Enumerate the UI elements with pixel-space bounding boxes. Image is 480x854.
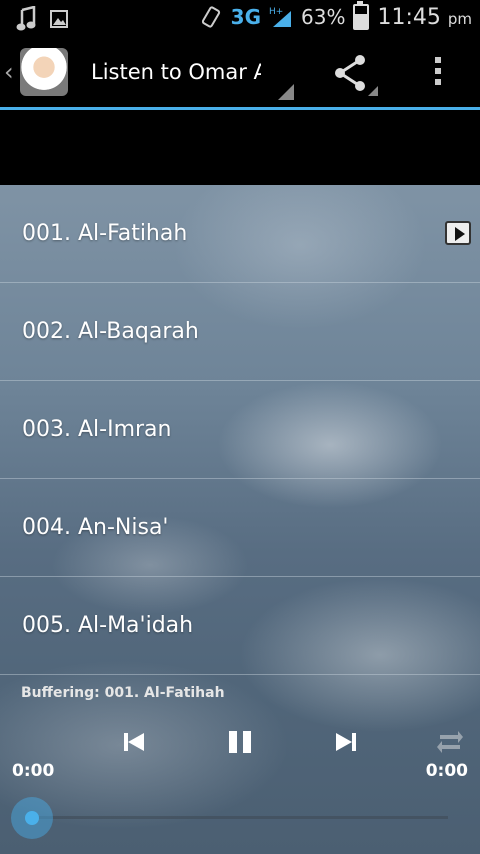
phone-vibrate-icon xyxy=(201,6,220,28)
page-title[interactable]: Listen to Omar Al- xyxy=(91,60,261,84)
track-list-panel: 001. Al-Fatihah 002. Al-Baqarah 003. Al-… xyxy=(0,185,480,854)
share-dropdown-indicator xyxy=(368,86,378,96)
track-title: 002. Al-Baqarah xyxy=(22,319,199,344)
track-title: 003. Al-Imran xyxy=(22,417,172,442)
clock-ampm: pm xyxy=(447,9,472,28)
seek-thumb[interactable] xyxy=(11,797,53,839)
action-bar-divider xyxy=(0,107,480,110)
image-icon xyxy=(50,10,68,28)
up-caret-icon[interactable]: ‹ xyxy=(4,58,14,86)
battery-icon xyxy=(353,1,370,30)
network-type: 3G xyxy=(230,5,261,29)
clock-time: 11:45 xyxy=(377,4,441,30)
overflow-menu-icon[interactable] xyxy=(424,52,452,94)
pause-icon[interactable] xyxy=(226,725,254,759)
next-icon[interactable] xyxy=(334,725,360,759)
current-time: 0:00 xyxy=(12,761,55,781)
signal-icon: H+ xyxy=(269,7,291,27)
app-icon[interactable] xyxy=(20,48,68,96)
previous-icon[interactable] xyxy=(122,725,148,759)
title-dropdown-indicator xyxy=(278,84,294,100)
seek-bar[interactable] xyxy=(28,816,448,819)
player-controls xyxy=(0,725,480,765)
music-note-icon xyxy=(16,6,36,31)
track-title: 005. Al-Ma'idah xyxy=(22,613,194,638)
action-bar: ‹ Listen to Omar Al- xyxy=(0,40,480,110)
clock: 11:45 pm xyxy=(377,5,472,30)
list-item[interactable]: 005. Al-Ma'idah xyxy=(0,577,480,675)
list-item[interactable]: 003. Al-Imran xyxy=(0,381,480,479)
battery-percent: 63% xyxy=(301,5,346,29)
list-item[interactable]: 002. Al-Baqarah xyxy=(0,283,480,381)
share-icon[interactable] xyxy=(330,52,372,94)
track-title: 001. Al-Fatihah xyxy=(22,221,188,246)
repeat-icon[interactable] xyxy=(436,725,464,759)
track-list: 001. Al-Fatihah 002. Al-Baqarah 003. Al-… xyxy=(0,185,480,675)
list-item[interactable]: 001. Al-Fatihah xyxy=(0,185,480,283)
track-title: 004. An-Nisa' xyxy=(22,515,169,540)
list-item[interactable]: 004. An-Nisa' xyxy=(0,479,480,577)
play-icon[interactable] xyxy=(445,221,471,245)
network-subtype: H+ xyxy=(269,7,283,17)
status-bar: 3G H+ 63% 11:45 pm xyxy=(0,0,480,40)
buffering-status: Buffering: 001. Al-Fatihah xyxy=(21,685,225,701)
total-time: 0:00 xyxy=(425,761,468,781)
